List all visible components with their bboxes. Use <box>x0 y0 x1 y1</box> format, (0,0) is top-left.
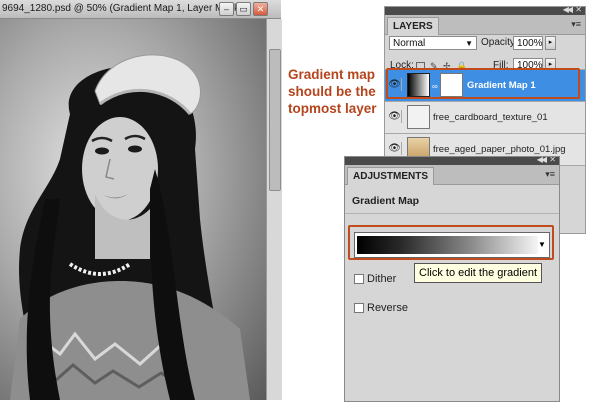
adjustment-title: Gradient Map <box>352 195 420 207</box>
close-button[interactable]: ✕ <box>253 2 268 16</box>
adjustments-tabrow: ADJUSTMENTS ▾≡ <box>345 165 559 185</box>
layers-tabrow: LAYERS ▾≡ <box>385 15 585 35</box>
blend-mode-value: Normal <box>393 38 426 49</box>
gradient-highlight-box <box>348 225 554 260</box>
portrait-photo <box>10 54 250 400</box>
vertical-scrollbar[interactable] <box>266 19 282 400</box>
close-icon[interactable]: ✕ <box>575 5 582 14</box>
opacity-stepper[interactable]: ▸ <box>545 36 556 50</box>
gradient-tooltip: Click to edit the gradient <box>414 263 543 283</box>
blend-mode-select[interactable]: Normal ▼ <box>389 36 477 50</box>
panel-topbar[interactable]: ◀◀ ✕ <box>345 155 559 165</box>
panel-topbar[interactable]: ◀◀ ✕ <box>385 5 585 15</box>
collapse-icon[interactable]: ◀◀ <box>537 155 547 164</box>
eye-icon[interactable]: 👁 <box>388 110 402 123</box>
eye-icon[interactable]: 👁 <box>388 142 402 155</box>
panel-menu-icon[interactable]: ▾≡ <box>571 19 581 30</box>
collapse-icon[interactable]: ◀◀ <box>563 5 573 14</box>
dither-checkbox[interactable] <box>354 274 364 284</box>
restore-button[interactable]: ▭ <box>236 2 251 16</box>
tab-layers[interactable]: LAYERS <box>387 17 439 35</box>
reverse-checkbox[interactable] <box>354 303 364 313</box>
reverse-label: Reverse <box>367 302 408 314</box>
scrollbar-thumb[interactable] <box>269 49 281 191</box>
annotation-text: Gradient map should be the topmost layer <box>288 67 377 116</box>
document-window: 9694_1280.psd @ 50% (Gradient Map 1, Lay… <box>0 0 282 400</box>
layer-name: free_cardboard_texture_01 <box>433 112 548 123</box>
layer-name: free_aged_paper_photo_01.jpg <box>433 144 566 155</box>
minimize-button[interactable]: – <box>219 2 234 16</box>
image-canvas[interactable] <box>0 19 266 400</box>
layer-highlight-box <box>386 68 580 99</box>
dither-label: Dither <box>367 273 397 285</box>
panel-menu-icon[interactable]: ▾≡ <box>545 169 555 180</box>
divider <box>345 213 559 214</box>
chevron-down-icon: ▼ <box>465 39 473 48</box>
close-icon[interactable]: ✕ <box>549 155 556 164</box>
document-titlebar[interactable]: 9694_1280.psd @ 50% (Gradient Map 1, Lay… <box>0 0 281 19</box>
opacity-input[interactable]: 100% <box>513 36 543 50</box>
layer-row-cardboard[interactable]: 👁 free_cardboard_texture_01 <box>385 101 585 133</box>
layer-thumbnail <box>407 105 430 129</box>
tab-adjustments[interactable]: ADJUSTMENTS <box>347 167 435 185</box>
